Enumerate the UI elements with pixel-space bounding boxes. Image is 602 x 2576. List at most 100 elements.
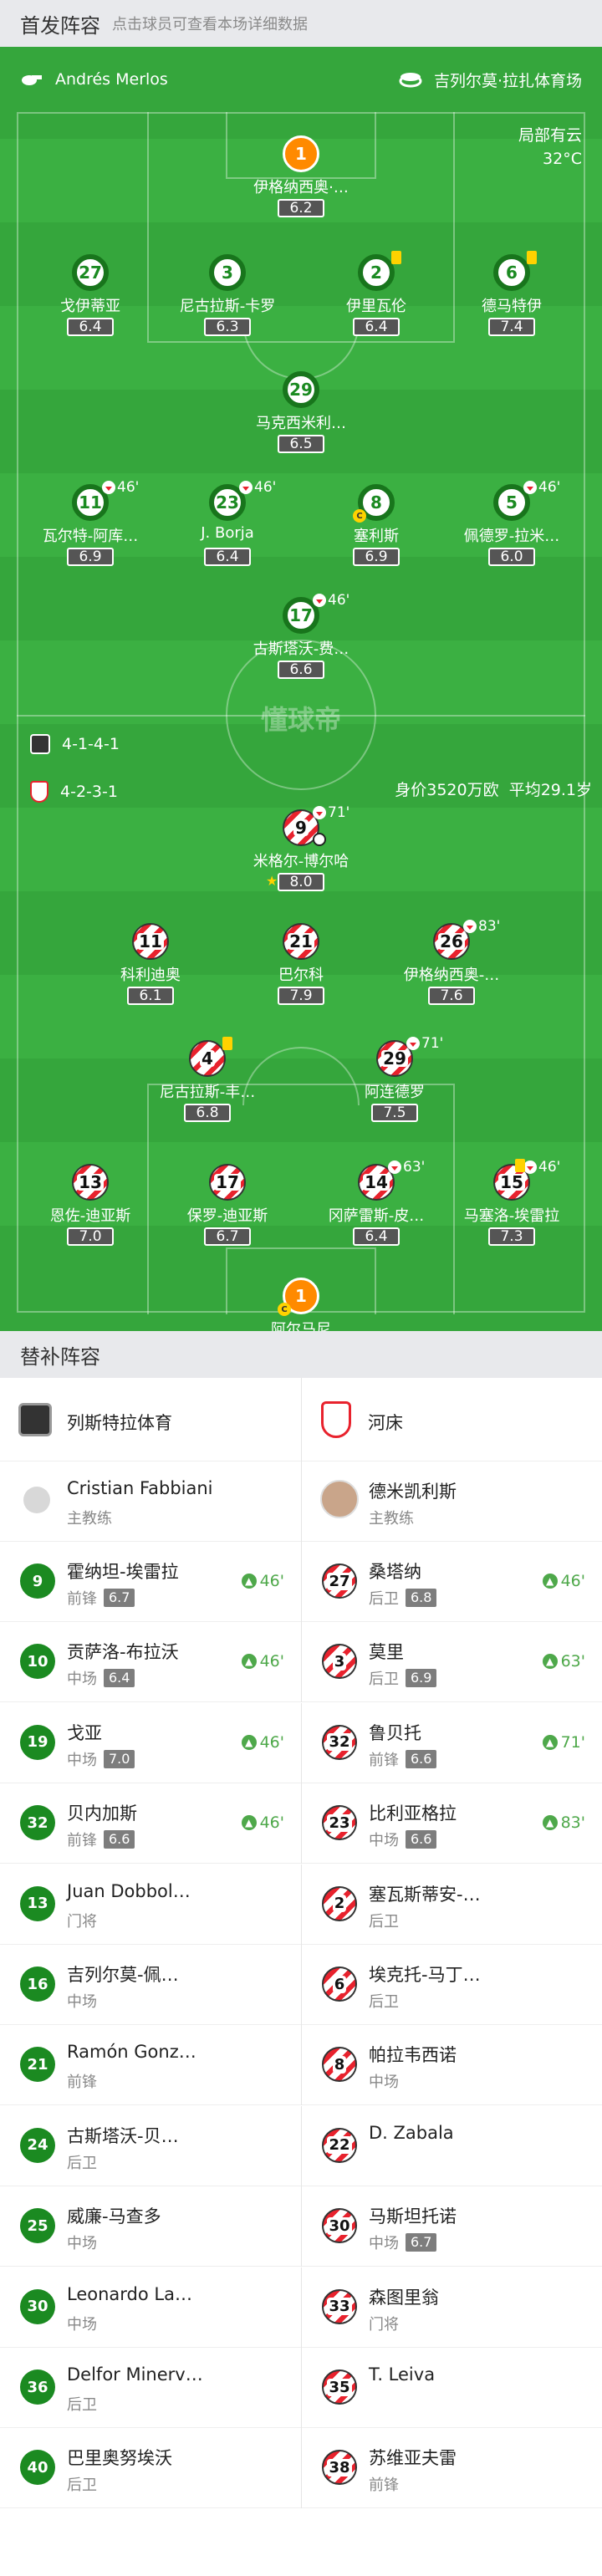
away-sub-player[interactable]: 35 T. Leiva <box>301 2348 602 2428</box>
home-player[interactable]: 5 佩德罗-拉米… 6.0 46' <box>436 479 587 584</box>
away-sub-player[interactable]: 38 苏维亚夫雷 前锋 <box>301 2428 602 2509</box>
home-sub-player[interactable]: 13 Juan Dobbol… 门将 <box>0 1864 301 1945</box>
home-sub-player[interactable]: 30 Leonardo La… 中场 <box>0 2267 301 2348</box>
player-name: 冈萨雷斯-皮… <box>328 1207 425 1225</box>
sub-number-badge: 19 <box>20 1724 55 1760</box>
home-player[interactable]: 17 古斯塔沃-费… 6.6 46' <box>226 592 376 697</box>
sub-row: 9 霍纳坦-埃雷拉 前锋 6.7 ▲ 46' 27 桑塔纳 后卫 6.8 ▲ 46' <box>0 1542 602 1622</box>
away-sub-player[interactable]: 2 塞瓦斯蒂安-… 后卫 <box>301 1864 602 1945</box>
home-sub-player[interactable]: 25 威廉-马查多 中场 <box>0 2186 301 2267</box>
sub-on-icon: ▲ <box>542 1574 558 1589</box>
home-sub-player[interactable]: 9 霍纳坦-埃雷拉 前锋 6.7 ▲ 46' <box>0 1542 301 1622</box>
away-player[interactable]: 1阿尔马尼7.2C <box>226 1278 376 1331</box>
player-rating: 6.9 <box>67 548 114 566</box>
home-sub-player[interactable]: 21 Ramón Gonz… 前锋 <box>0 2025 301 2105</box>
sub-off-time: 46' <box>328 592 350 609</box>
away-coach[interactable]: 德米凯利斯 主教练 <box>301 1461 602 1542</box>
sub-name: 马斯坦托诺 <box>369 2206 457 2227</box>
match-info-bar: Andrés Merlos 吉列尔莫·拉扎体育场 <box>0 47 602 112</box>
sub-number-badge: 32 <box>20 1805 55 1841</box>
player-number-badge: 17 <box>209 1164 246 1201</box>
away-player[interactable]: 11 科利迪奥 6.1 <box>75 923 226 1023</box>
away-player[interactable]: 26 伊格纳西奥-… 7.6 83' <box>376 918 527 1023</box>
home-player[interactable]: 1 伊格纳西奥·… 6.2 <box>226 135 376 236</box>
home-player[interactable]: 3 尼古拉斯-卡罗 6.3 <box>152 254 303 355</box>
away-player[interactable]: 29 阿连德罗 7.5 71' <box>319 1035 470 1140</box>
sub-number-badge: 6 <box>322 1966 357 2002</box>
sub-number-badge: 23 <box>322 1805 357 1841</box>
sub-number-badge: 9 <box>20 1563 55 1599</box>
home-team-logo-icon <box>30 734 50 754</box>
sub-position: 中场 <box>369 2074 399 2092</box>
player-number: 11 <box>137 931 164 951</box>
sub-position-line: 中场 <box>369 2070 399 2092</box>
away-sub-player[interactable]: 30 马斯坦托诺 中场 6.7 <box>301 2186 602 2267</box>
sub-off-badge: 46' <box>239 479 276 496</box>
home-player[interactable]: 8 塞利斯 6.9 C <box>301 484 452 584</box>
home-player[interactable]: 27 戈伊蒂亚 6.4 <box>15 254 166 355</box>
home-sub-player[interactable]: 32 贝内加斯 前锋 6.6 ▲ 46' <box>0 1783 301 1864</box>
sub-on-time: ▲ 46' <box>241 1572 284 1590</box>
watermark: 懂球帝 <box>260 704 341 736</box>
player-name: 塞利斯 <box>354 528 399 545</box>
pitch: Andrés Merlos 吉列尔莫·拉扎体育场 局部有云 32°C 懂球帝 4… <box>0 47 602 1331</box>
away-player[interactable]: 21 巴尔科 7.9 <box>226 923 376 1023</box>
sub-name: 威廉-马查多 <box>67 2206 161 2227</box>
home-player[interactable]: 11 瓦尔特-阿库… 6.9 46' <box>15 479 166 584</box>
sub-number-badge: 27 <box>322 1563 357 1599</box>
home-sub-player[interactable]: 16 吉列尔莫-佩… 中场 <box>0 1945 301 2025</box>
home-player[interactable]: 2 伊里瓦伦 6.4 <box>301 251 452 355</box>
home-sub-player[interactable]: 24 古斯塔沃-贝… 后卫 <box>0 2106 301 2186</box>
player-number: 9 <box>293 818 309 838</box>
sub-name: 比利亚格拉 <box>369 1803 457 1824</box>
away-player[interactable]: 15 马塞洛-埃雷拉 7.3 46' <box>436 1159 587 1264</box>
home-sub-player[interactable]: 40 巴里奥努埃沃 后卫 <box>0 2428 301 2508</box>
sub-position: 中场 <box>67 1751 97 1769</box>
away-coach-role: 主教练 <box>369 1510 414 1528</box>
away-sub-player[interactable]: 6 埃克托-马丁… 后卫 <box>301 1945 602 2025</box>
away-player[interactable]: 9 米格尔-博尔哈 8.0 71' ★ <box>226 804 376 910</box>
away-sub-player[interactable]: 22 D. Zabala <box>301 2105 602 2186</box>
home-coach[interactable]: Cristian Fabbiani 主教练 <box>0 1461 301 1542</box>
player-name: 米格尔-博尔哈 <box>253 853 349 870</box>
away-sub-player[interactable]: 27 桑塔纳 后卫 6.8 ▲ 46' <box>301 1542 602 1622</box>
home-sub-player[interactable]: 10 贡萨洛-布拉沃 中场 6.4 ▲ 46' <box>0 1622 301 1702</box>
away-player[interactable]: 17 保罗-迪亚斯 6.7 <box>152 1164 303 1264</box>
sub-position: 后卫 <box>369 1671 399 1689</box>
player-number: 15 <box>498 1172 525 1192</box>
away-sub-player[interactable]: 32 鲁贝托 前锋 6.6 ▲ 71' <box>301 1702 602 1783</box>
away-sub-player[interactable]: 3 莫里 后卫 6.9 ▲ 63' <box>301 1622 602 1703</box>
player-number: 4 <box>200 1048 215 1069</box>
yellow-card-icon <box>515 1159 525 1172</box>
sub-number: 38 <box>327 2458 352 2477</box>
sub-off-badge: 46' <box>313 592 349 609</box>
sub-number: 2 <box>332 1895 347 1913</box>
subs-team-row: 列斯特拉体育 河床 <box>0 1378 602 1461</box>
away-sub-player[interactable]: 8 帕拉韦西诺 中场 <box>301 2025 602 2106</box>
sub-number: 30 <box>327 2216 352 2235</box>
away-player[interactable]: 14 冈萨雷斯-皮… 6.4 63' <box>301 1159 452 1264</box>
sub-on-minute: 46' <box>259 1652 284 1671</box>
player-rating: 6.4 <box>353 1227 400 1246</box>
home-player[interactable]: 6 德马特伊 7.4 <box>436 251 587 355</box>
sub-row: 30 Leonardo La… 中场 33 森图里翁 门将 <box>0 2267 602 2348</box>
goal-ball-icon <box>313 833 326 846</box>
home-sub-player[interactable]: 36 Delfor Minerv… 后卫 <box>0 2348 301 2428</box>
away-player[interactable]: 4 尼古拉斯-丰… 6.8 <box>132 1037 283 1140</box>
away-sub-player[interactable]: 23 比利亚格拉 中场 6.6 ▲ 83' <box>301 1783 602 1864</box>
home-player[interactable]: 29 马克西米利… 6.5 <box>226 371 376 472</box>
sub-off-time: 71' <box>328 804 350 821</box>
home-player[interactable]: 23 J. Borja 6.4 46' <box>152 479 303 584</box>
sub-position: 中场 <box>67 2315 97 2334</box>
sub-row: 19 戈亚 中场 7.0 ▲ 46' 32 鲁贝托 前锋 6.6 ▲ 71' <box>0 1702 602 1783</box>
sub-position-line: 后卫 6.8 <box>369 1587 437 1609</box>
captain-icon: C <box>278 1303 291 1316</box>
away-sub-player[interactable]: 33 森图里翁 门将 <box>301 2267 602 2348</box>
sub-on-minute: 71' <box>560 1732 585 1752</box>
player-number: 14 <box>363 1172 390 1192</box>
player-name: 阿连德罗 <box>365 1084 425 1101</box>
player-name: 恩佐-迪亚斯 <box>49 1207 131 1225</box>
sub-off-time: 83' <box>478 918 501 935</box>
away-player[interactable]: 13 恩佐-迪亚斯 7.0 <box>15 1164 166 1264</box>
home-sub-player[interactable]: 19 戈亚 中场 7.0 ▲ 46' <box>0 1703 301 1783</box>
